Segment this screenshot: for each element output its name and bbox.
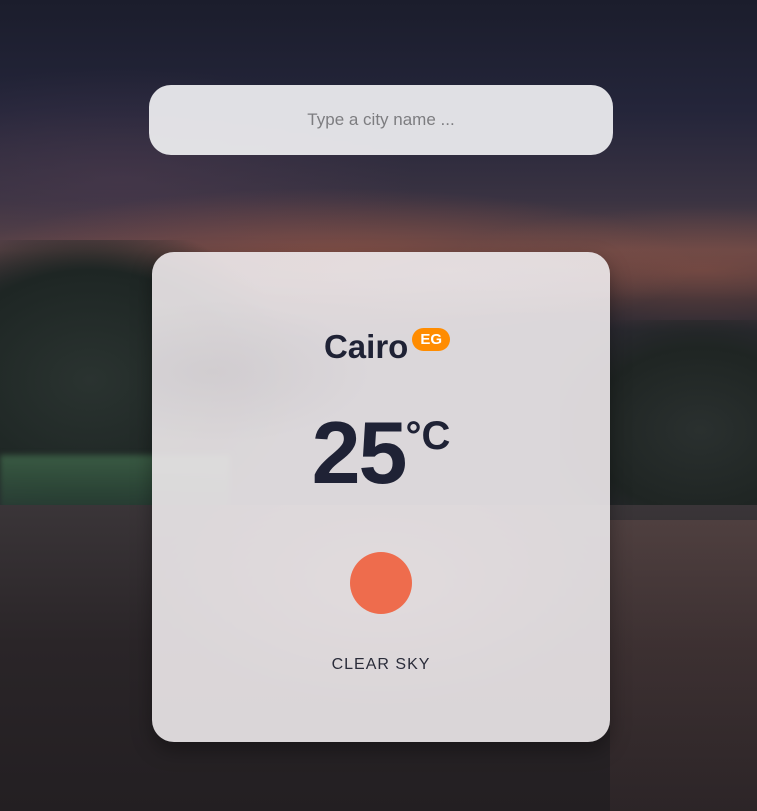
temperature-unit: °C <box>405 414 451 458</box>
weather-description: CLEAR SKY <box>331 656 431 673</box>
location-row: Cairo EG <box>152 327 610 367</box>
city-search-input[interactable] <box>159 99 603 141</box>
weather-card: Cairo EG 25 °C CLEAR SKY <box>152 252 610 742</box>
temperature-value: 25 <box>311 403 408 502</box>
sun-icon <box>350 552 412 614</box>
country-badge: EG <box>412 328 451 351</box>
search-bar <box>149 85 613 155</box>
background-reflection <box>610 520 757 811</box>
temperature-row: 25 °C <box>152 403 610 502</box>
city-name: Cairo <box>323 328 409 365</box>
